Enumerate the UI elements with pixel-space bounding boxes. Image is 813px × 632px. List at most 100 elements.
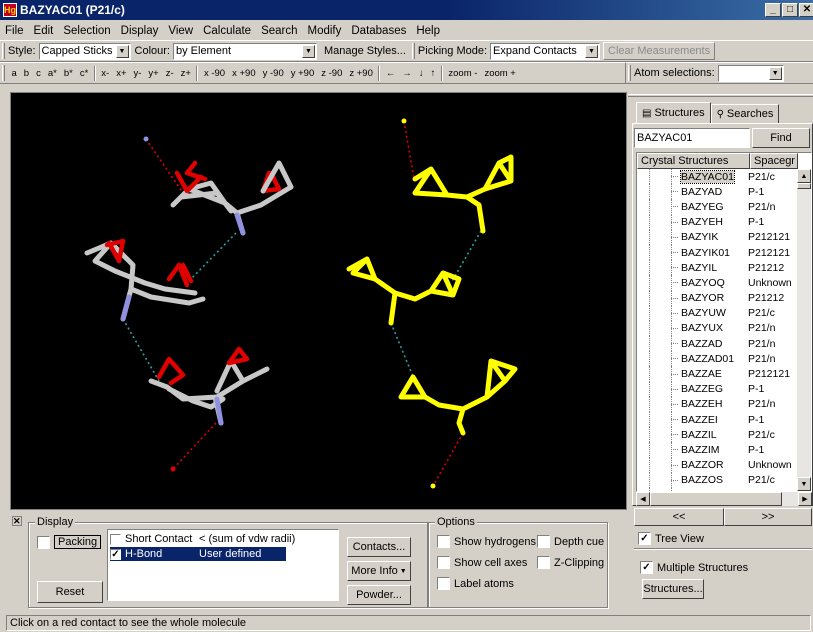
checkbox-box[interactable] xyxy=(437,577,450,590)
view-button-13[interactable]: x +90 xyxy=(229,68,260,79)
panel-grip[interactable] xyxy=(628,94,813,97)
chevron-down-icon[interactable]: ▼ xyxy=(585,44,599,58)
picking-mode-select[interactable]: Expand Contacts ▼ xyxy=(490,42,601,60)
view-button-14[interactable]: y -90 xyxy=(259,68,287,79)
view-button-1[interactable]: b xyxy=(20,68,32,79)
view-button-15[interactable]: y +90 xyxy=(287,68,318,79)
label-atoms-checkbox[interactable]: Label atoms xyxy=(437,577,514,590)
tab-structures[interactable]: ▤ Structures xyxy=(636,102,711,124)
clear-measurements-button[interactable]: Clear Measurements xyxy=(603,42,716,60)
view-button-18[interactable]: ← xyxy=(382,68,399,79)
molecule-grey-1[interactable] xyxy=(170,160,294,236)
structure-row[interactable]: BAZZAD01 P21/n xyxy=(637,351,811,367)
scroll-thumb[interactable] xyxy=(650,492,782,506)
scroll-left-icon[interactable]: ◀ xyxy=(636,492,650,506)
menu-search[interactable]: Search xyxy=(256,25,302,37)
contact-list[interactable]: Short Contact < (sum of vdw radii) ✓ H-Bon… xyxy=(107,529,339,601)
molecule-grey-2[interactable] xyxy=(84,238,206,322)
atom-selections-select[interactable]: ▼ xyxy=(717,64,784,82)
column-header-spacegroup[interactable]: Spacegr xyxy=(750,153,798,169)
view-button-3[interactable]: a* xyxy=(44,68,60,79)
structure-row[interactable]: BAZZEG P-1 xyxy=(637,381,811,398)
h-bond-contact[interactable] xyxy=(403,120,415,180)
title-bar[interactable]: Hg BAZYAC01 (P21/c) _ □ ✕ xyxy=(0,0,813,20)
multiple-structures-checkbox[interactable]: ✓ Multiple Structures xyxy=(640,561,748,574)
minimize-button[interactable]: _ xyxy=(765,3,781,17)
view-button-16[interactable]: z -90 xyxy=(318,68,346,79)
h-bond-contact[interactable] xyxy=(122,318,160,382)
structure-row[interactable]: BAZYIK01 P212121 xyxy=(637,244,811,261)
close-button[interactable]: ✕ xyxy=(799,3,813,17)
molecule-yellow-1[interactable] xyxy=(412,154,514,234)
depth-cue-checkbox[interactable]: Depth cue xyxy=(537,535,604,548)
molecule-viewport[interactable] xyxy=(10,92,627,510)
tree-view-checkbox[interactable]: ✓ Tree View xyxy=(638,532,704,545)
molecule-yellow-3[interactable] xyxy=(398,358,518,436)
next-button[interactable]: >> xyxy=(724,508,812,526)
structure-row[interactable]: BAZZAE P212121 xyxy=(637,366,811,382)
vertical-scrollbar[interactable]: ▲ ▼ xyxy=(797,169,811,491)
checkbox-box[interactable]: ✓ xyxy=(638,532,651,545)
structure-row[interactable]: BAZYIK P212121 xyxy=(637,229,811,246)
structure-row[interactable]: BAZZEI P-1 xyxy=(637,412,811,428)
h-bond-contact[interactable] xyxy=(432,432,464,487)
view-button-23[interactable]: zoom + xyxy=(481,68,519,79)
menu-selection[interactable]: Selection xyxy=(58,25,115,37)
view-button-8[interactable]: y- xyxy=(130,68,145,79)
view-button-5[interactable]: c* xyxy=(76,68,91,79)
structure-list[interactable]: Crystal Structures Spacegr BAZYAC01 P21/c… xyxy=(636,152,812,492)
view-button-7[interactable]: x+ xyxy=(113,68,130,79)
oxygen-atom[interactable] xyxy=(170,466,176,472)
checkbox-box[interactable] xyxy=(110,533,121,545)
show-cell-axes-checkbox[interactable]: Show cell axes xyxy=(437,556,527,569)
view-button-11[interactable]: z+ xyxy=(177,68,194,79)
scroll-down-icon[interactable]: ▼ xyxy=(797,477,811,491)
reset-button[interactable]: Reset xyxy=(37,581,103,603)
crystal-structure-render[interactable] xyxy=(11,93,626,509)
structure-row[interactable]: BAZZIM P-1 xyxy=(637,442,811,458)
structure-row[interactable]: BAZYAC01 P21/c xyxy=(637,169,811,185)
structure-row[interactable]: BAZYUX P21/n xyxy=(637,320,811,337)
view-button-19[interactable]: → xyxy=(399,68,416,79)
hydrogen-atom[interactable] xyxy=(143,136,149,142)
contacts-button[interactable]: Contacts... xyxy=(347,537,411,557)
structure-row[interactable]: BAZZOR Unknown xyxy=(637,457,811,473)
close-icon[interactable]: ✕ xyxy=(12,516,22,526)
highlighted-atom[interactable] xyxy=(401,118,407,124)
maximize-button[interactable]: □ xyxy=(782,3,798,17)
chevron-down-icon[interactable]: ▼ xyxy=(301,44,315,58)
packing-checkbox[interactable]: Packing xyxy=(37,535,102,549)
view-button-22[interactable]: zoom - xyxy=(445,68,481,79)
structure-row[interactable]: BAZYIL P21212 xyxy=(637,260,811,276)
contact-row-selected[interactable]: ✓ H-Bond User defined xyxy=(110,547,286,561)
structure-row[interactable]: BAZYEG P21/n xyxy=(637,199,811,215)
toolbar-grip[interactable] xyxy=(628,65,631,81)
find-input[interactable]: BAZYAC01 xyxy=(634,128,750,148)
view-button-6[interactable]: x- xyxy=(98,68,113,79)
scroll-up-icon[interactable]: ▲ xyxy=(797,169,811,183)
horizontal-scrollbar[interactable]: ◀ ▶ xyxy=(636,492,812,506)
checkbox-box[interactable]: ✓ xyxy=(640,561,653,574)
previous-button[interactable]: << xyxy=(634,508,724,526)
toolbar-grip[interactable] xyxy=(411,43,415,59)
structure-row[interactable]: BAZYOQ Unknown xyxy=(637,275,811,291)
checkbox-box[interactable] xyxy=(537,535,550,548)
contact-row[interactable]: Short Contact < (sum of vdw radii) xyxy=(110,532,338,546)
manage-styles-button[interactable]: Manage Styles... xyxy=(319,42,410,60)
show-hydrogens-checkbox[interactable]: Show hydrogens xyxy=(437,535,536,548)
h-bond-contact[interactable] xyxy=(172,422,217,470)
chevron-down-icon[interactable]: ▼ xyxy=(115,44,129,58)
style-select[interactable]: Capped Sticks ▼ xyxy=(38,42,131,60)
column-header-structures[interactable]: Crystal Structures xyxy=(637,153,750,169)
structure-row[interactable]: BAZZAD P21/n xyxy=(637,336,811,352)
menu-databases[interactable]: Databases xyxy=(346,25,411,37)
view-button-4[interactable]: b* xyxy=(60,68,76,79)
checkbox-box[interactable] xyxy=(437,556,450,569)
molecule-yellow-2[interactable] xyxy=(346,256,462,326)
menu-file[interactable]: File xyxy=(0,25,29,37)
structure-row[interactable]: BAZYAD P-1 xyxy=(637,184,811,200)
scroll-right-icon[interactable]: ▶ xyxy=(798,492,812,506)
view-button-0[interactable]: a xyxy=(8,68,20,79)
view-button-9[interactable]: y+ xyxy=(145,68,162,79)
structure-row[interactable]: BAZZEH P21/n xyxy=(637,396,811,413)
